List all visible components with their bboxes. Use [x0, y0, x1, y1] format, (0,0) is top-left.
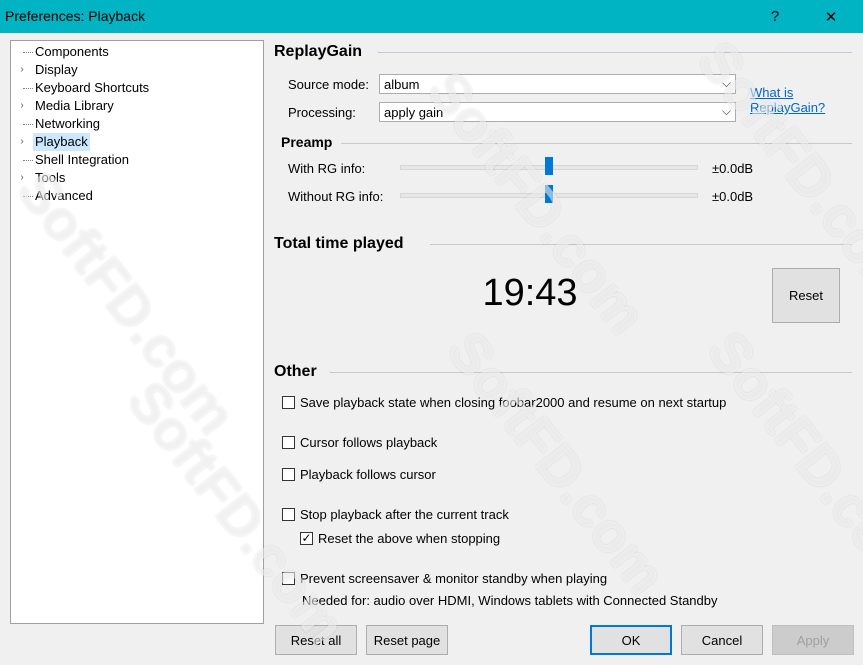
- without-rg-slider[interactable]: [400, 185, 698, 205]
- tree-item-label: Tools: [35, 170, 66, 185]
- tree-item-keyboard-shortcuts[interactable]: Keyboard Shortcuts: [11, 79, 261, 97]
- tree-item-networking[interactable]: Networking: [11, 115, 261, 133]
- processing-value: apply gain: [384, 105, 444, 120]
- tree-item-components[interactable]: Components: [11, 43, 261, 61]
- close-button[interactable]: ✕: [808, 0, 854, 33]
- watermark-logo: SoftFD.com: [435, 319, 679, 606]
- chevron-down-icon: ⌵: [721, 76, 731, 90]
- save-state-label[interactable]: Save playback state when closing foobar2…: [300, 395, 726, 410]
- with-rg-label: With RG info:: [288, 161, 366, 176]
- tree-connector: [23, 52, 33, 53]
- cursor-follows-label[interactable]: Cursor follows playback: [300, 435, 437, 450]
- tree-item-label: Advanced: [35, 188, 93, 203]
- without-rg-label: Without RG info:: [288, 189, 384, 204]
- tree-item-display[interactable]: › Display: [11, 61, 261, 79]
- what-is-replaygain-link[interactable]: What is ReplayGain?: [750, 85, 840, 115]
- with-rg-slider[interactable]: [400, 157, 698, 177]
- preferences-tree[interactable]: Components › Display Keyboard Shortcuts …: [10, 40, 264, 624]
- stop-after-track-label[interactable]: Stop playback after the current track: [300, 507, 509, 522]
- ok-button[interactable]: OK: [590, 625, 672, 655]
- slider-thumb[interactable]: [545, 185, 553, 203]
- total-time-value: 19:43: [482, 272, 578, 314]
- tree-item-tools[interactable]: › Tools: [11, 169, 261, 187]
- window-title: Preferences: Playback: [5, 8, 146, 24]
- tree-connector: [23, 196, 33, 197]
- checkmark-icon: ✓: [301, 531, 312, 545]
- section-divider: [330, 372, 852, 373]
- watermark-logo: SoftFD.com: [695, 319, 863, 606]
- tree-item-label: Components: [35, 44, 109, 59]
- source-mode-value: album: [384, 77, 420, 92]
- preamp-heading: Preamp: [281, 134, 333, 150]
- tree-item-shell-integration[interactable]: Shell Integration: [11, 151, 261, 169]
- source-mode-select[interactable]: album ⌵: [379, 74, 736, 94]
- with-rg-value: ±0.0dB: [712, 161, 754, 176]
- chevron-right-icon[interactable]: ›: [17, 61, 27, 79]
- tree-item-label: Networking: [35, 116, 101, 131]
- processing-label: Processing:: [288, 105, 356, 120]
- reset-page-button[interactable]: Reset page: [366, 625, 448, 655]
- playback-follows-label[interactable]: Playback follows cursor: [300, 467, 436, 482]
- save-state-checkbox[interactable]: [282, 396, 295, 409]
- total-time-heading: Total time played: [274, 235, 404, 252]
- title-bar: Preferences: Playback ? ✕: [0, 0, 863, 33]
- slider-thumb[interactable]: [545, 157, 553, 175]
- tree-item-advanced[interactable]: Advanced: [11, 187, 261, 205]
- processing-select[interactable]: apply gain ⌵: [379, 102, 736, 122]
- chevron-down-icon: ⌵: [721, 104, 731, 118]
- tree-item-label: Playback: [33, 133, 90, 151]
- chevron-right-icon[interactable]: ›: [17, 133, 27, 151]
- section-divider: [378, 52, 852, 53]
- tree-item-label: Display: [35, 62, 78, 77]
- without-rg-value: ±0.0dB: [712, 189, 754, 204]
- chevron-right-icon[interactable]: ›: [17, 97, 27, 115]
- cursor-follows-checkbox[interactable]: [282, 436, 295, 449]
- tree-connector: [23, 88, 33, 89]
- tree-item-media-library[interactable]: › Media Library: [11, 97, 261, 115]
- playback-follows-checkbox[interactable]: [282, 468, 295, 481]
- reset-all-button[interactable]: Reset all: [275, 625, 357, 655]
- other-heading: Other: [274, 363, 317, 380]
- prevent-screensaver-checkbox[interactable]: [282, 572, 295, 585]
- reset-time-button[interactable]: Reset: [772, 268, 840, 323]
- cancel-button[interactable]: Cancel: [681, 625, 763, 655]
- replaygain-heading: ReplayGain: [274, 43, 363, 60]
- apply-button[interactable]: Apply: [772, 625, 854, 655]
- reset-when-stopping-checkbox[interactable]: ✓: [300, 532, 313, 545]
- tree-connector: [23, 124, 33, 125]
- source-mode-label: Source mode:: [288, 77, 369, 92]
- help-button[interactable]: ?: [752, 0, 798, 33]
- tree-item-label: Media Library: [35, 98, 114, 113]
- stop-after-track-checkbox[interactable]: [282, 508, 295, 521]
- tree-connector: [23, 160, 33, 161]
- tree-item-playback[interactable]: › Playback: [11, 133, 261, 151]
- chevron-right-icon[interactable]: ›: [17, 169, 27, 187]
- prevent-screensaver-label[interactable]: Prevent screensaver & monitor standby wh…: [300, 571, 607, 586]
- reset-when-stopping-label[interactable]: Reset the above when stopping: [318, 531, 500, 546]
- section-divider: [341, 143, 852, 144]
- section-divider: [430, 244, 852, 245]
- tree-item-label: Shell Integration: [35, 152, 129, 167]
- prevent-screensaver-note: Needed for: audio over HDMI, Windows tab…: [302, 593, 718, 608]
- tree-item-label: Keyboard Shortcuts: [35, 80, 150, 95]
